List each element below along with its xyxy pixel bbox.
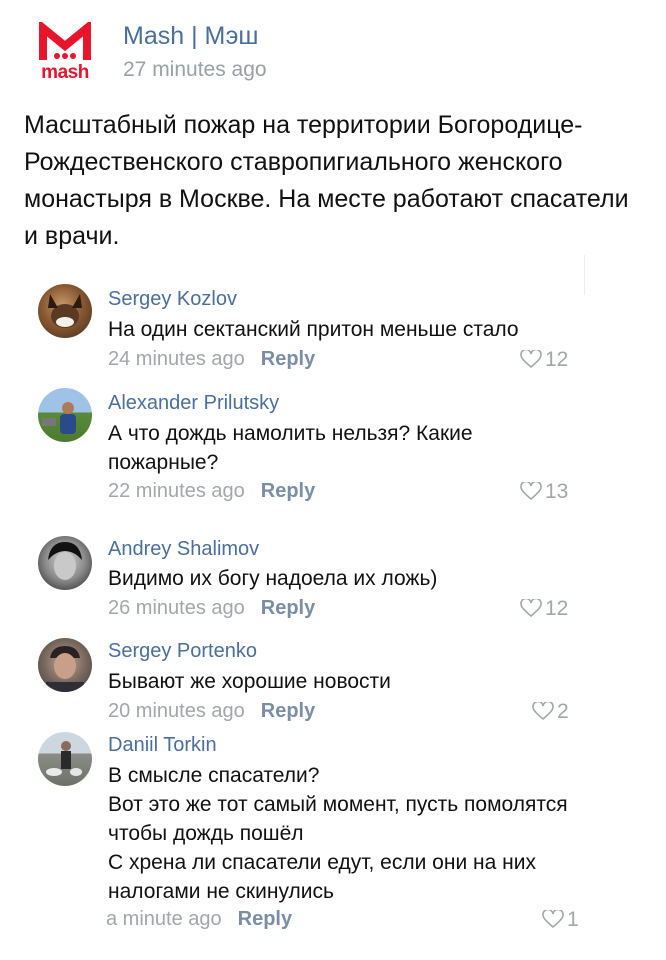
like-count: 2: [557, 700, 569, 723]
avatar[interactable]: [38, 284, 92, 338]
man-portrait-avatar-icon: [46, 646, 84, 692]
comment-author[interactable]: Andrey Shalimov: [108, 538, 259, 561]
comment-text: В смысле спасатели? Вот это же тот самый…: [108, 764, 568, 903]
logo-wordmark: mash: [41, 62, 89, 83]
like-button[interactable]: 2: [532, 700, 569, 724]
comment-time: 24 minutes ago: [108, 348, 245, 370]
comment-text: Видимо их богу надоела их ложь): [108, 567, 438, 590]
heart-icon: [542, 910, 564, 929]
reply-button[interactable]: Reply: [261, 348, 315, 370]
comment-meta: a minute ago Reply: [106, 908, 292, 931]
comment-author[interactable]: Alexander Prilutsky: [108, 392, 279, 415]
divider: [584, 255, 585, 295]
comment-text: А что дождь намолить нельзя? Какие пожар…: [108, 422, 473, 474]
like-button[interactable]: 1: [542, 908, 579, 932]
bw-portrait-avatar-icon: [48, 542, 82, 580]
reply-button[interactable]: Reply: [261, 597, 315, 619]
like-count: 1: [567, 908, 579, 931]
comment-time: 20 minutes ago: [108, 700, 245, 722]
avatar[interactable]: [38, 388, 92, 442]
like-button[interactable]: 12: [520, 597, 568, 621]
post-author[interactable]: Mash | Мэш: [123, 22, 258, 51]
dog-avatar-icon: [48, 294, 82, 328]
heart-icon: [520, 350, 542, 369]
like-count: 13: [545, 480, 569, 503]
comment-time: a minute ago: [106, 908, 222, 930]
reply-button[interactable]: Reply: [261, 700, 315, 722]
comment-text: На один сектанский притон меньше стало: [108, 318, 519, 341]
reply-button[interactable]: Reply: [261, 480, 315, 502]
heart-icon: [520, 599, 542, 618]
post-text: Масштабный пожар на территории Богородиц…: [24, 111, 629, 250]
avatar[interactable]: [38, 536, 92, 590]
mash-logo-icon: [39, 22, 91, 60]
like-count: 12: [545, 597, 569, 620]
man-outdoors-avatar-icon: [42, 402, 76, 434]
like-count: 12: [545, 348, 569, 371]
reply-button[interactable]: Reply: [238, 908, 292, 930]
avatar[interactable]: [38, 732, 92, 786]
avatar[interactable]: [38, 638, 92, 692]
comment-meta: 26 minutes ago Reply: [108, 597, 315, 620]
comment-meta: 24 minutes ago Reply: [108, 348, 315, 371]
comment-time: 26 minutes ago: [108, 597, 245, 619]
dog-walk-avatar-icon: [46, 741, 82, 776]
comment-meta: 22 minutes ago Reply: [108, 480, 315, 503]
comment-meta: 20 minutes ago Reply: [108, 700, 315, 723]
comment-text: Бывают же хорошие новости: [108, 670, 391, 693]
like-button[interactable]: 13: [520, 480, 568, 504]
like-button[interactable]: 12: [520, 348, 568, 372]
post-timestamp: 27 minutes ago: [123, 58, 267, 81]
heart-icon: [520, 482, 542, 501]
comment-author[interactable]: Sergey Kozlov: [108, 288, 237, 311]
comment-author[interactable]: Sergey Portenko: [108, 640, 257, 663]
mash-logo[interactable]: mash: [33, 22, 97, 83]
heart-icon: [532, 702, 554, 721]
comment-author[interactable]: Daniil Torkin: [108, 734, 217, 757]
comment-time: 22 minutes ago: [108, 480, 245, 502]
post-header: mash Mash | Мэш 27 minutes ago: [0, 0, 666, 100]
